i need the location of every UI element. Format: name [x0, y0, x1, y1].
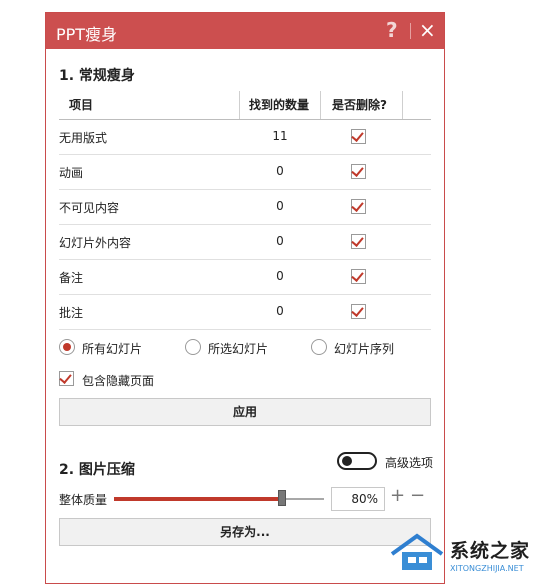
watermark-subtext: XITONGZHIJIA.NET: [450, 564, 524, 573]
apply-button[interactable]: 应用: [59, 398, 431, 426]
house-logo-icon: [390, 533, 444, 570]
row-name: 动画: [59, 166, 84, 180]
radio-slide-sequence[interactable]: [311, 339, 327, 355]
title-bar: PPT瘦身 ? ×: [46, 13, 444, 49]
quality-value-input[interactable]: 80%: [331, 487, 385, 511]
column-divider: [239, 91, 240, 119]
delete-checkbox[interactable]: [351, 269, 366, 284]
quality-slider-thumb[interactable]: [278, 490, 286, 506]
section2-title: 2. 图片压缩: [59, 462, 135, 478]
advanced-toggle[interactable]: [337, 452, 377, 470]
table-row: 不可见内容 0: [59, 189, 431, 225]
column-header-item: 项目: [69, 98, 94, 112]
table-header: 项目 找到的数量 是否删除?: [59, 91, 431, 120]
column-header-delete: 是否删除?: [332, 98, 387, 112]
help-icon[interactable]: ?: [386, 18, 398, 42]
table-row: 备注 0: [59, 259, 431, 295]
quality-label: 整体质量: [59, 493, 108, 507]
delete-checkbox[interactable]: [351, 164, 366, 179]
include-hidden-label: 包含隐藏页面: [82, 374, 155, 388]
row-count: 0: [276, 304, 284, 318]
watermark-text: 系统之家: [450, 540, 531, 562]
row-name: 无用版式: [59, 131, 108, 145]
radio-all-slides[interactable]: [59, 339, 75, 355]
table-row: 动画 0: [59, 154, 431, 190]
row-count: 0: [276, 234, 284, 248]
row-count: 0: [276, 164, 284, 178]
plus-icon[interactable]: +: [390, 485, 405, 506]
row-name: 不可见内容: [59, 201, 120, 215]
delete-checkbox[interactable]: [351, 234, 366, 249]
ppt-slim-dialog: PPT瘦身 ? × 1. 常规瘦身 项目 找到的数量 是否删除? 无用版式 11 动…: [45, 12, 445, 584]
close-icon[interactable]: ×: [419, 18, 436, 42]
row-name: 批注: [59, 306, 84, 320]
radio-selected-slides[interactable]: [185, 339, 201, 355]
section1-title: 1. 常规瘦身: [59, 68, 135, 84]
row-count: 0: [276, 199, 284, 213]
column-divider: [320, 91, 321, 119]
quality-slider-fill: [114, 497, 282, 501]
radio-all-slides-label: 所有幻灯片: [82, 342, 143, 356]
row-count: 11: [272, 129, 288, 143]
watermark-logo: 系统之家 XITONGZHIJIA.NET: [388, 530, 538, 580]
save-as-button[interactable]: 另存为...: [59, 518, 431, 546]
advanced-label: 高级选项: [385, 456, 434, 470]
row-count: 0: [276, 269, 284, 283]
row-name: 幻灯片外内容: [59, 236, 132, 250]
delete-checkbox[interactable]: [351, 304, 366, 319]
quality-slider-track[interactable]: [282, 498, 324, 500]
column-divider: [402, 91, 403, 119]
include-hidden-checkbox[interactable]: [59, 371, 74, 386]
delete-checkbox[interactable]: [351, 199, 366, 214]
table-row: 无用版式 11: [59, 119, 431, 155]
title-separator: [410, 23, 411, 39]
row-name: 备注: [59, 271, 84, 285]
dialog-title: PPT瘦身: [56, 25, 118, 44]
column-header-count: 找到的数量: [249, 98, 310, 112]
radio-selected-slides-label: 所选幻灯片: [208, 342, 269, 356]
delete-checkbox[interactable]: [351, 129, 366, 144]
table-row: 批注 0: [59, 294, 431, 330]
table-row: 幻灯片外内容 0: [59, 224, 431, 260]
radio-slide-sequence-label: 幻灯片序列: [334, 342, 395, 356]
minus-icon[interactable]: −: [410, 485, 425, 506]
